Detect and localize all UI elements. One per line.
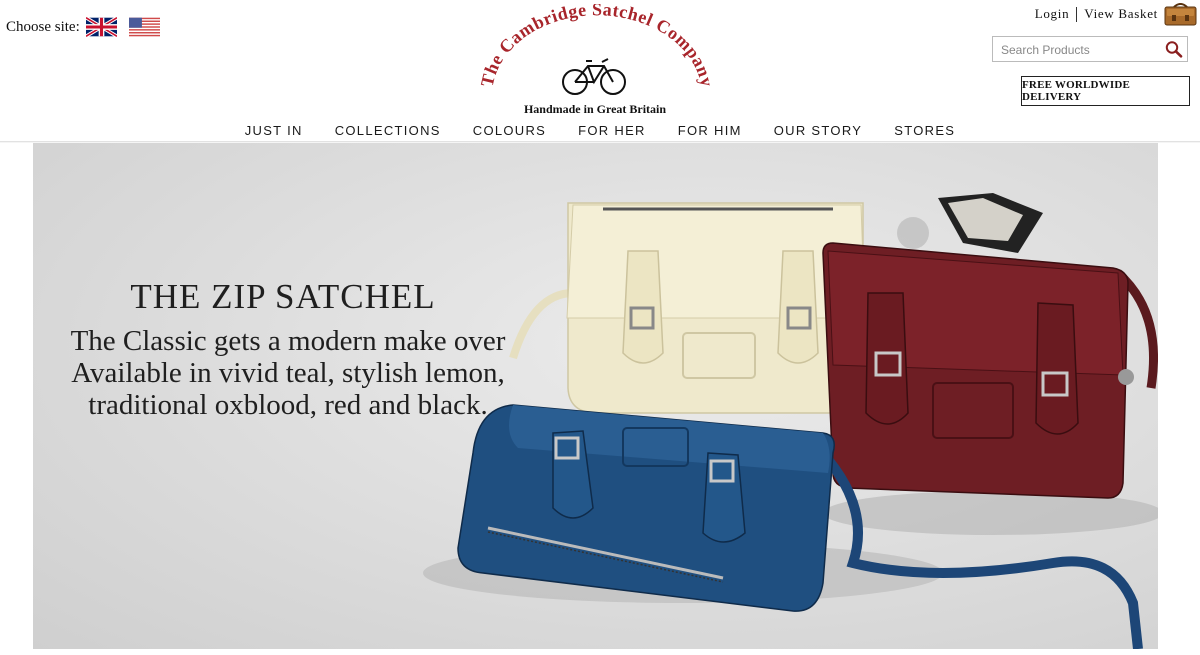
account-links: Login View Basket (1035, 6, 1158, 22)
bicycle-icon (562, 58, 626, 95)
uk-flag-icon[interactable] (85, 17, 117, 37)
lemon-satchel (509, 202, 866, 414)
us-flag-icon[interactable] (128, 17, 160, 37)
hero-line-3: traditional oxblood, red and black. (88, 389, 488, 421)
nav-collections[interactable]: COLLECTIONS (335, 123, 441, 142)
nav-stores[interactable]: STORES (894, 123, 955, 142)
hero-description: The Classic gets a modern make over Avai… (53, 325, 523, 421)
nav-colours[interactable]: COLOURS (473, 123, 546, 142)
view-basket-link[interactable]: View Basket (1084, 6, 1158, 22)
choose-site-label: Choose site: (6, 18, 80, 35)
nav-for-him[interactable]: FOR HIM (678, 123, 742, 142)
nav-our-story[interactable]: OUR STORY (774, 123, 863, 142)
oxblood-satchel (822, 193, 1158, 499)
link-separator (1076, 6, 1078, 22)
login-link[interactable]: Login (1035, 6, 1070, 22)
main-nav: JUST IN COLLECTIONS COLOURS FOR HER FOR … (0, 123, 1200, 142)
hero-line-2: Available in vivid teal, stylish lemon, (71, 357, 505, 389)
search-box (992, 36, 1188, 62)
hero-title: THE ZIP SATCHEL (130, 277, 436, 316)
search-icon[interactable] (1164, 40, 1184, 58)
search-input[interactable] (999, 40, 1163, 60)
brand-logo[interactable]: The Cambridge Satchel Company Handmade i… (470, 0, 720, 122)
nav-just-in[interactable]: JUST IN (245, 123, 303, 142)
site-chooser: Choose site: (6, 17, 160, 37)
basket-icon[interactable] (1164, 3, 1197, 26)
hero-banner[interactable]: THE ZIP SATCHEL The Classic gets a moder… (33, 143, 1158, 649)
logo-tagline: Handmade in Great Britain (524, 102, 666, 116)
nav-for-her[interactable]: FOR HER (578, 123, 646, 142)
hero-line-1: The Classic gets a modern make over (70, 325, 506, 357)
free-delivery-badge[interactable]: FREE WORLDWIDE DELIVERY (1021, 76, 1190, 106)
